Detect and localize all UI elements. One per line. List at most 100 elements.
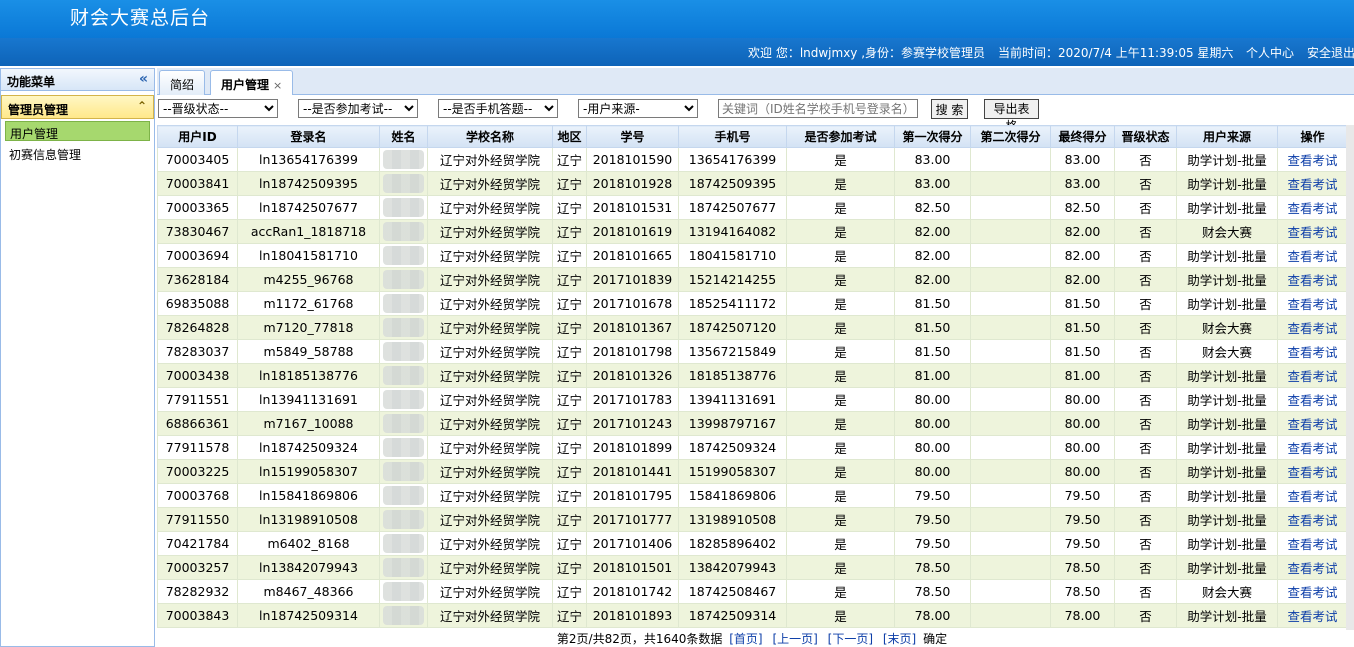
- cell-region: 辽宁: [552, 507, 587, 532]
- cell-first-score: 79.50: [894, 507, 971, 532]
- cell-student-no: 2018101501: [586, 555, 679, 580]
- view-exam-link[interactable]: 查看考试: [1277, 195, 1348, 220]
- cell-promotion-status: 否: [1114, 579, 1177, 604]
- mobile-answer-select[interactable]: --是否手机答题--: [438, 99, 558, 118]
- cell-student-no: 2018101742: [586, 579, 679, 604]
- next-page-link[interactable]: [下一页]: [828, 632, 873, 646]
- first-page-link[interactable]: [首页]: [729, 632, 762, 646]
- cell-exam-participation: 是: [786, 315, 895, 340]
- view-exam-link[interactable]: 查看考试: [1277, 411, 1348, 436]
- cell-name: [379, 603, 428, 628]
- cell-exam-participation: 是: [786, 579, 895, 604]
- view-exam-link[interactable]: 查看考试: [1277, 219, 1348, 244]
- cell-school-name: 辽宁对外经贸学院: [427, 555, 553, 580]
- logout-link[interactable]: 安全退出: [1307, 44, 1354, 61]
- cell-student-no: 2018101590: [586, 147, 679, 172]
- collapse-icon[interactable]: «: [139, 71, 148, 87]
- keyword-input[interactable]: [718, 99, 918, 118]
- cell-student-no: 2017101783: [586, 387, 679, 412]
- cell-user-id: 78282932: [157, 579, 238, 604]
- vertical-scrollbar[interactable]: [1346, 125, 1354, 630]
- cell-first-score: 82.00: [894, 267, 971, 292]
- sidebar-item-preliminary-info[interactable]: 初赛信息管理: [5, 143, 150, 163]
- cell-final-score: 80.00: [1050, 387, 1115, 412]
- cell-name: [379, 267, 428, 292]
- redacted-name: [383, 534, 424, 553]
- search-button[interactable]: 搜 索: [931, 99, 968, 119]
- view-exam-link[interactable]: 查看考试: [1277, 171, 1348, 196]
- cell-school-name: 辽宁对外经贸学院: [427, 315, 553, 340]
- top-banner: 财会大赛总后台: [0, 0, 1354, 38]
- view-exam-link[interactable]: 查看考试: [1277, 483, 1348, 508]
- cell-login-name: ln15841869806: [237, 483, 380, 508]
- table-row: 70003225 ln15199058307 辽宁对外经贸学院 辽宁 201810144…: [157, 459, 1348, 484]
- cell-first-score: 80.00: [894, 435, 971, 460]
- cell-region: 辽宁: [552, 171, 587, 196]
- cell-login-name: m8467_48366: [237, 579, 380, 604]
- redacted-name: [383, 318, 424, 337]
- view-exam-link[interactable]: 查看考试: [1277, 243, 1348, 268]
- table-row: 73628184 m4255_96768 辽宁对外经贸学院 辽宁 2017101839 1…: [157, 267, 1348, 292]
- profile-link[interactable]: 个人中心: [1246, 44, 1294, 61]
- view-exam-link[interactable]: 查看考试: [1277, 507, 1348, 532]
- cell-first-score: 81.00: [894, 363, 971, 388]
- table-row: 78282932 m8467_48366 辽宁对外经贸学院 辽宁 2018101742 1…: [157, 579, 1348, 604]
- redacted-name: [383, 510, 424, 529]
- cell-region: 辽宁: [552, 531, 587, 556]
- cell-user-id: 77911578: [157, 435, 238, 460]
- cell-mobile: 13198910508: [678, 507, 787, 532]
- table-row: 69835088 m1172_61768 辽宁对外经贸学院 辽宁 2017101678 1…: [157, 291, 1348, 316]
- cell-user-source: 财会大赛: [1176, 579, 1278, 604]
- column-header-mobile: 手机号: [678, 125, 787, 148]
- view-exam-link[interactable]: 查看考试: [1277, 339, 1348, 364]
- view-exam-link[interactable]: 查看考试: [1277, 267, 1348, 292]
- go-button[interactable]: 确定: [923, 632, 947, 646]
- cell-second-score: [970, 483, 1051, 508]
- cell-name: [379, 411, 428, 436]
- promotion-status-select[interactable]: --晋级状态--: [158, 99, 278, 118]
- cell-first-score: 79.50: [894, 483, 971, 508]
- cell-name: [379, 459, 428, 484]
- cell-region: 辽宁: [552, 435, 587, 460]
- cell-login-name: ln18742507677: [237, 195, 380, 220]
- view-exam-link[interactable]: 查看考试: [1277, 315, 1348, 340]
- view-exam-link[interactable]: 查看考试: [1277, 387, 1348, 412]
- last-page-link[interactable]: [末页]: [883, 632, 916, 646]
- exam-participation-select[interactable]: --是否参加考试--: [298, 99, 418, 118]
- view-exam-link[interactable]: 查看考试: [1277, 435, 1348, 460]
- cell-promotion-status: 否: [1114, 195, 1177, 220]
- prev-page-link[interactable]: [上一页]: [772, 632, 817, 646]
- view-exam-link[interactable]: 查看考试: [1277, 291, 1348, 316]
- user-source-select[interactable]: -用户来源-: [578, 99, 698, 118]
- cell-second-score: [970, 459, 1051, 484]
- redacted-name: [383, 462, 424, 481]
- cell-mobile: 13941131691: [678, 387, 787, 412]
- cell-second-score: [970, 363, 1051, 388]
- cell-user-id: 70003225: [157, 459, 238, 484]
- tab-intro[interactable]: 简绍: [159, 70, 206, 95]
- close-icon[interactable]: ×: [273, 79, 282, 92]
- chevron-up-icon[interactable]: ⌃: [137, 99, 147, 113]
- cell-login-name: ln13654176399: [237, 147, 380, 172]
- sidebar-item-user-management[interactable]: 用户管理: [5, 121, 150, 141]
- cell-user-id: 73628184: [157, 267, 238, 292]
- cell-school-name: 辽宁对外经贸学院: [427, 507, 553, 532]
- view-exam-link[interactable]: 查看考试: [1277, 579, 1348, 604]
- redacted-name: [383, 342, 424, 361]
- column-header-promotion-status: 晋级状态: [1114, 125, 1177, 148]
- cell-school-name: 辽宁对外经贸学院: [427, 411, 553, 436]
- cell-student-no: 2018101665: [586, 243, 679, 268]
- view-exam-link[interactable]: 查看考试: [1277, 555, 1348, 580]
- cell-user-source: 助学计划-批量: [1176, 387, 1278, 412]
- view-exam-link[interactable]: 查看考试: [1277, 603, 1348, 628]
- view-exam-link[interactable]: 查看考试: [1277, 147, 1348, 172]
- column-header-name: 姓名: [379, 125, 428, 148]
- cell-school-name: 辽宁对外经贸学院: [427, 147, 553, 172]
- view-exam-link[interactable]: 查看考试: [1277, 363, 1348, 388]
- view-exam-link[interactable]: 查看考试: [1277, 531, 1348, 556]
- export-button[interactable]: 导出表格: [984, 99, 1039, 133]
- tab-user-management[interactable]: 用户管理 ×: [210, 70, 294, 95]
- view-exam-link[interactable]: 查看考试: [1277, 459, 1348, 484]
- cell-user-id: 70003694: [157, 243, 238, 268]
- menu-group-admin[interactable]: 管理员管理 ⌃: [1, 95, 154, 119]
